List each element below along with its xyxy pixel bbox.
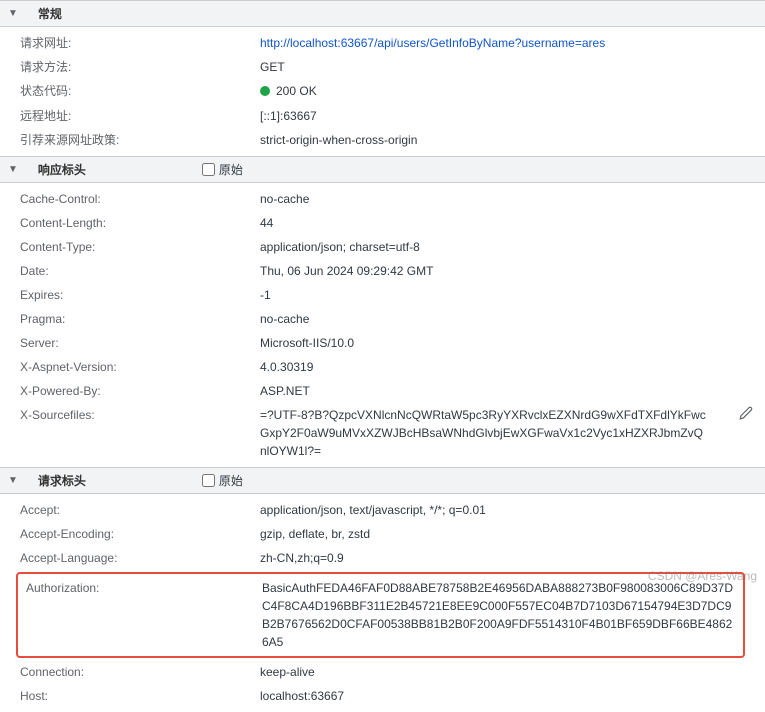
label-referrer-policy: 引荐来源网址政策: <box>20 131 260 149</box>
row-expires: Expires:-1 <box>0 283 765 307</box>
request-section-header[interactable]: ▼ 请求标头 原始 <box>0 467 765 494</box>
edit-icon[interactable] <box>739 406 765 425</box>
row-accept-encoding: Accept-Encoding:gzip, deflate, br, zstd <box>0 522 765 546</box>
row-accept: Accept:application/json, text/javascript… <box>0 498 765 522</box>
watermark: CSDN @Ares-Wang <box>648 569 757 583</box>
row-server: Server:Microsoft-IIS/10.0 <box>0 331 765 355</box>
response-raw-toggle[interactable]: 原始 <box>202 161 243 178</box>
general-section-header[interactable]: ▼ 常规 <box>0 0 765 27</box>
row-host: Host:localhost:63667 <box>0 684 765 708</box>
row-status-code: 状态代码: 200 OK <box>0 79 765 104</box>
label-request-url: 请求网址: <box>20 34 260 52</box>
raw-checkbox[interactable] <box>202 474 215 487</box>
row-pragma: Pragma:no-cache <box>0 307 765 331</box>
row-accept-language: Accept-Language:zh-CN,zh;q=0.9 <box>0 546 765 570</box>
row-connection: Connection:keep-alive <box>0 660 765 684</box>
general-rows: 请求网址: http://localhost:63667/api/users/G… <box>0 27 765 156</box>
response-section-header[interactable]: ▼ 响应标头 原始 <box>0 156 765 183</box>
expand-triangle-icon: ▼ <box>8 164 18 175</box>
value-request-url[interactable]: http://localhost:63667/api/users/GetInfo… <box>260 34 765 52</box>
label-request-method: 请求方法: <box>20 58 260 76</box>
request-raw-toggle[interactable]: 原始 <box>202 472 243 489</box>
row-remote-address: 远程地址: [::1]:63667 <box>0 104 765 128</box>
response-rows: Cache-Control:no-cache Content-Length:44… <box>0 183 765 467</box>
response-title: 响应标头 <box>38 161 86 178</box>
request-title: 请求标头 <box>38 472 86 489</box>
row-request-url: 请求网址: http://localhost:63667/api/users/G… <box>0 31 765 55</box>
row-x-powered-by: X-Powered-By:ASP.NET <box>0 379 765 403</box>
status-dot-icon <box>260 86 270 96</box>
row-date: Date:Thu, 06 Jun 2024 09:29:42 GMT <box>0 259 765 283</box>
label-remote-address: 远程地址: <box>20 107 260 125</box>
label-status-code: 状态代码: <box>20 82 260 100</box>
row-content-length: Content-Length:44 <box>0 211 765 235</box>
expand-triangle-icon: ▼ <box>8 8 18 19</box>
value-status-code: 200 OK <box>260 82 765 101</box>
authorization-highlight: Authorization: BasicAuthFEDA46FAF0D88ABE… <box>16 572 745 658</box>
row-cache-control: Cache-Control:no-cache <box>0 187 765 211</box>
value-referrer-policy: strict-origin-when-cross-origin <box>260 131 765 149</box>
row-request-method: 请求方法: GET <box>0 55 765 79</box>
request-rows: Accept:application/json, text/javascript… <box>0 494 765 712</box>
row-content-type: Content-Type:application/json; charset=u… <box>0 235 765 259</box>
value-request-method: GET <box>260 58 765 76</box>
raw-label: 原始 <box>219 161 243 178</box>
raw-label: 原始 <box>219 472 243 489</box>
row-x-aspnet-version: X-Aspnet-Version:4.0.30319 <box>0 355 765 379</box>
general-title: 常规 <box>38 5 62 22</box>
expand-triangle-icon: ▼ <box>8 475 18 486</box>
row-referrer-policy: 引荐来源网址政策: strict-origin-when-cross-origi… <box>0 128 765 152</box>
row-x-sourcefiles: X-Sourcefiles: =?UTF-8?B?QzpcVXNlcnNcQWR… <box>0 403 765 463</box>
row-authorization: Authorization: BasicAuthFEDA46FAF0D88ABE… <box>22 576 739 654</box>
raw-checkbox[interactable] <box>202 163 215 176</box>
value-remote-address: [::1]:63667 <box>260 107 765 125</box>
